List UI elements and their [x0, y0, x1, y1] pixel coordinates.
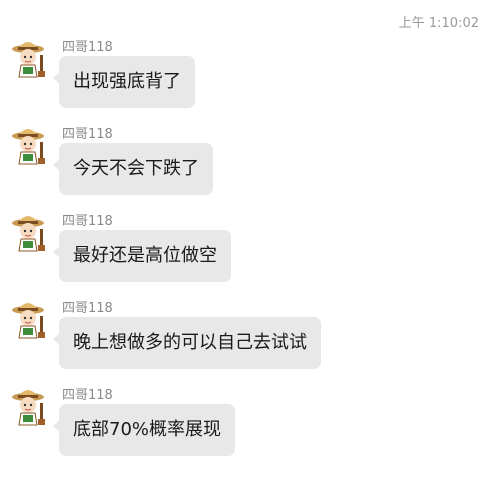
chat-timestamp: 上午 1:10:02 [398, 16, 479, 31]
message-bubble[interactable]: 最好还是高位做空 [53, 230, 231, 282]
message-bubble[interactable]: 出现强底背了 [53, 56, 195, 108]
message-bubble[interactable]: 今天不会下跌了 [53, 143, 213, 195]
sender-name: 四哥118 [62, 214, 113, 229]
chat-message: 四哥118 最好还是高位做空 [8, 211, 488, 297]
cartoon-avatar-icon[interactable] [10, 298, 52, 344]
cartoon-avatar-icon[interactable] [10, 37, 52, 83]
cartoon-avatar-icon[interactable] [10, 385, 52, 431]
chat-message: 四哥118 晚上想做多的可以自己去试试 [8, 298, 488, 384]
cartoon-avatar-icon[interactable] [10, 211, 52, 257]
chat-message: 四哥118 底部70%概率展现 [8, 385, 488, 471]
chat-message: 四哥118 今天不会下跌了 [8, 124, 488, 210]
sender-name: 四哥118 [62, 388, 113, 403]
message-bubble[interactable]: 晚上想做多的可以自己去试试 [53, 317, 321, 369]
sender-name: 四哥118 [62, 301, 113, 316]
chat-message: 四哥118 出现强底背了 [8, 37, 488, 123]
message-bubble[interactable]: 底部70%概率展现 [52, 404, 236, 456]
sender-name: 四哥118 [62, 40, 113, 55]
cartoon-avatar-icon[interactable] [10, 124, 52, 170]
sender-name: 四哥118 [62, 127, 113, 142]
